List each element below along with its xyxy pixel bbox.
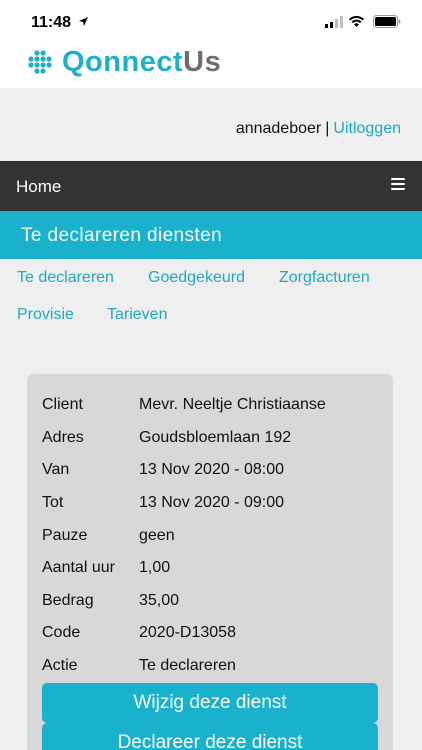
cellular-signal-icon <box>325 16 343 28</box>
user-info: annadeboer | Uitloggen <box>236 120 401 138</box>
detail-label: Aantal uur <box>42 559 115 576</box>
detail-value: Mevr. Neeltje Christiaanse <box>139 396 326 413</box>
username: annadeboer <box>235 120 322 137</box>
tab-tarieven[interactable]: Tarieven <box>107 306 167 324</box>
edit-service-button[interactable]: Wijzig deze dienst <box>42 683 378 723</box>
hamburger-menu-icon[interactable] <box>391 178 405 193</box>
tab-te-declareren[interactable]: Te declareren <box>17 269 114 287</box>
detail-label: Van <box>42 461 70 478</box>
location-arrow-icon <box>79 17 88 26</box>
detail-value: 1,00 <box>139 559 171 576</box>
detail-label: Tot <box>42 494 64 511</box>
detail-label: Code <box>42 624 81 641</box>
detail-value: 2020-D13058 <box>139 624 236 641</box>
detail-value: 13 Nov 2020 - 09:00 <box>139 494 284 511</box>
detail-value: geen <box>139 527 175 544</box>
logo-text-qonnect: Qonnect <box>62 46 184 78</box>
battery-icon <box>373 15 401 28</box>
logo-hexagon-icon <box>28 50 52 74</box>
detail-value: Goudsbloemlaan 192 <box>139 429 292 446</box>
status-time: 11:48 <box>31 14 72 31</box>
app-logo: QonnectUs <box>62 46 221 79</box>
page-title: Te declareren diensten <box>21 225 223 246</box>
detail-label: Pauze <box>42 527 88 544</box>
logout-link[interactable]: Uitloggen <box>333 120 401 137</box>
detail-label: Bedrag <box>42 592 94 609</box>
tab-zorgfacturen[interactable]: Zorgfacturen <box>279 269 370 287</box>
logo-text-us: Us <box>183 46 222 78</box>
detail-label: Adres <box>42 429 84 446</box>
tab-goedgekeurd[interactable]: Goedgekeurd <box>148 269 245 287</box>
detail-label: Actie <box>42 657 78 674</box>
service-card: Client Mevr. Neeltje Christiaanse Adres … <box>27 374 393 750</box>
wifi-icon <box>349 15 364 27</box>
nav-home-link[interactable]: Home <box>16 177 61 197</box>
detail-value: Te declareren <box>139 657 236 674</box>
detail-value: 35,00 <box>139 592 180 609</box>
app-header: QonnectUs <box>0 44 422 88</box>
tab-provisie[interactable]: Provisie <box>17 306 74 324</box>
user-separator: | <box>325 120 330 137</box>
detail-value: 13 Nov 2020 - 08:00 <box>139 461 284 478</box>
section-header: Te declareren diensten <box>0 211 422 259</box>
navigation-bar: Home <box>0 161 422 211</box>
detail-label: Client <box>42 396 83 413</box>
declare-service-button[interactable]: Declareer deze dienst <box>42 723 378 750</box>
status-bar: 11:48 <box>0 0 422 44</box>
